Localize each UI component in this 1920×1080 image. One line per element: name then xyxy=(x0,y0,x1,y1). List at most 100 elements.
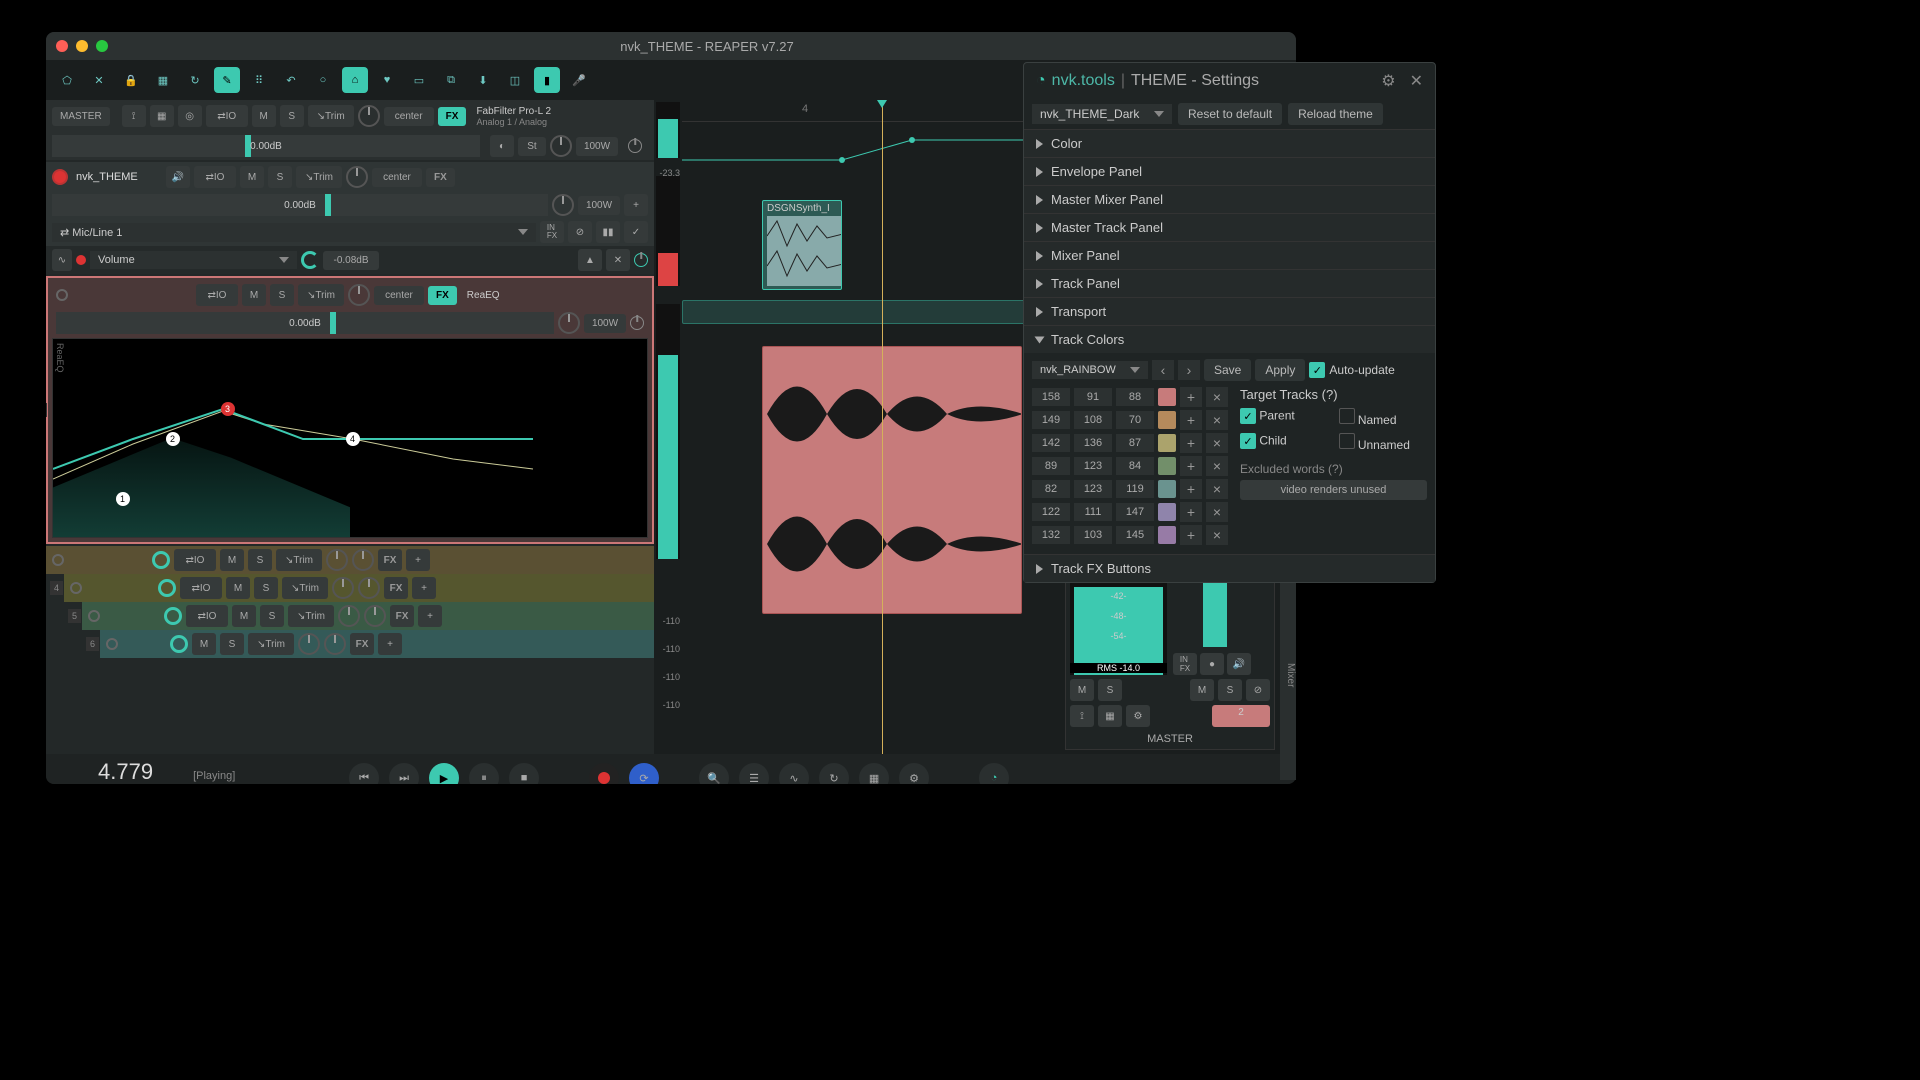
fx-button[interactable]: FX xyxy=(426,168,455,187)
grid-settings-icon[interactable]: ▦ xyxy=(859,763,889,784)
color-r[interactable]: 149 xyxy=(1032,411,1070,429)
envelope-icon[interactable]: ∿ xyxy=(779,763,809,784)
section-transport[interactable]: Transport xyxy=(1024,297,1435,325)
solo-button[interactable]: S xyxy=(260,605,284,627)
audio-clip-small[interactable] xyxy=(682,300,1062,324)
grid-icon[interactable]: ▦ xyxy=(1098,705,1122,727)
heart-icon[interactable]: ♥ xyxy=(374,67,400,93)
route-icon[interactable]: ⟟ xyxy=(122,105,146,127)
color-g[interactable]: 123 xyxy=(1074,457,1112,475)
add-color-button[interactable]: + xyxy=(1180,456,1202,476)
solo-button[interactable]: S xyxy=(270,284,294,306)
fx-button[interactable]: FX xyxy=(384,577,408,599)
color-swatch[interactable] xyxy=(1158,411,1176,429)
section-track-colors[interactable]: Track Colors xyxy=(1024,325,1435,353)
track2-strip[interactable]: 2 xyxy=(1212,705,1270,727)
section-track-panel[interactable]: Track Panel xyxy=(1024,269,1435,297)
fx-button[interactable]: FX xyxy=(438,107,467,126)
prev-preset-button[interactable]: ‹ xyxy=(1152,360,1174,380)
add-color-button[interactable]: + xyxy=(1180,433,1202,453)
section-mixer-panel[interactable]: Mixer Panel xyxy=(1024,241,1435,269)
width-knob[interactable] xyxy=(550,135,572,157)
reset-button[interactable]: Reset to default xyxy=(1178,103,1282,125)
track-volume-slider[interactable]: 0.00dB xyxy=(52,194,548,216)
envelope-bypass-icon[interactable] xyxy=(634,253,648,267)
io-button[interactable]: ⇄ IO xyxy=(180,577,222,599)
color-g[interactable]: 123 xyxy=(1074,480,1112,498)
grid-small-icon[interactable]: ▦ xyxy=(150,105,174,127)
remove-color-button[interactable]: × xyxy=(1206,387,1228,407)
target-icon[interactable]: ◎ xyxy=(178,105,202,127)
unnamed-checkbox[interactable] xyxy=(1339,433,1355,449)
add-color-button[interactable]: + xyxy=(1180,525,1202,545)
master-label[interactable]: MASTER xyxy=(52,107,110,126)
mic-icon[interactable]: 🎤 xyxy=(566,67,592,93)
fx-button[interactable]: FX xyxy=(378,549,402,571)
record-arm-button[interactable] xyxy=(52,169,68,185)
meter-icon[interactable]: ▮▮ xyxy=(596,221,620,243)
next-button[interactable]: ⏭ xyxy=(389,763,419,784)
add-color-button[interactable]: + xyxy=(1180,479,1202,499)
record-arm-button[interactable] xyxy=(106,638,118,650)
close-icon[interactable]: ✕ xyxy=(1410,71,1423,91)
add-fx-button[interactable]: + xyxy=(418,605,442,627)
no-input-icon[interactable]: ⊘ xyxy=(568,221,592,243)
undo-icon[interactable]: ↶ xyxy=(278,67,304,93)
nvk-logo-icon[interactable]: ◔ xyxy=(979,763,1009,784)
mixer-tab[interactable]: Mixer xyxy=(1280,560,1296,780)
width-knob[interactable] xyxy=(364,605,386,627)
track-volume-slider[interactable]: 0.00dB xyxy=(56,312,554,334)
volume-knob[interactable] xyxy=(170,635,188,653)
color-r[interactable]: 82 xyxy=(1032,480,1070,498)
envelope-knob[interactable] xyxy=(301,251,319,269)
trim-button[interactable]: ↘Trim xyxy=(288,605,334,627)
pan-knob[interactable] xyxy=(338,605,360,627)
eq-graph[interactable]: ReaEQ 1 2 3 4 xyxy=(52,338,648,538)
record-arm-button[interactable] xyxy=(88,610,100,622)
envelope-close-icon[interactable]: ✕ xyxy=(606,249,630,271)
stop-button[interactable]: ■ xyxy=(509,763,539,784)
route-icon[interactable]: ⟟ xyxy=(1070,705,1094,727)
trim-button[interactable]: ↘Trim xyxy=(276,549,322,571)
color-swatch[interactable] xyxy=(1158,457,1176,475)
color-swatch[interactable] xyxy=(1158,480,1176,498)
monitor-icon[interactable]: 🔊 xyxy=(1227,653,1251,675)
mute-button[interactable]: M xyxy=(240,166,264,188)
solo-button[interactable]: S xyxy=(248,549,272,571)
record-icon[interactable]: ○ xyxy=(310,67,336,93)
download-icon[interactable]: ⬇ xyxy=(470,67,496,93)
cursor-tool-icon[interactable]: ⬠ xyxy=(54,67,80,93)
gear-icon[interactable]: ⚙ xyxy=(1126,705,1150,727)
apply-button[interactable]: Apply xyxy=(1255,359,1305,381)
next-preset-button[interactable]: › xyxy=(1178,360,1200,380)
add-color-button[interactable]: + xyxy=(1180,410,1202,430)
mute-button[interactable]: M xyxy=(226,577,250,599)
mute-button[interactable]: M xyxy=(252,105,276,127)
remove-color-button[interactable]: × xyxy=(1206,456,1228,476)
mute-button[interactable]: M xyxy=(242,284,266,306)
width-knob[interactable] xyxy=(358,577,380,599)
io-button[interactable]: ⇄ IO xyxy=(196,284,238,306)
envelope-up-icon[interactable]: ▲ xyxy=(578,249,602,271)
refresh-icon[interactable]: ↻ xyxy=(182,67,208,93)
save-button[interactable]: Save xyxy=(1204,359,1251,381)
color-r[interactable]: 158 xyxy=(1032,388,1070,406)
record-arm-button[interactable] xyxy=(56,289,68,301)
record-button[interactable] xyxy=(589,763,619,784)
trim-button[interactable]: ↘Trim xyxy=(282,577,328,599)
fx-slot-1[interactable]: ReaEQ xyxy=(461,290,644,301)
add-color-button[interactable]: + xyxy=(1180,502,1202,522)
section-master-track-panel[interactable]: Master Track Panel xyxy=(1024,213,1435,241)
trim-button[interactable]: ↘Trim xyxy=(298,284,344,306)
color-swatch[interactable] xyxy=(1158,434,1176,452)
trim-button[interactable]: ↘Trim xyxy=(308,105,354,127)
color-g[interactable]: 91 xyxy=(1074,388,1112,406)
volume-knob[interactable] xyxy=(164,607,182,625)
mute-button[interactable]: M xyxy=(1190,679,1214,701)
close-icon[interactable] xyxy=(56,40,68,52)
pan-knob[interactable] xyxy=(346,166,368,188)
volume-knob[interactable] xyxy=(152,551,170,569)
prev-button[interactable]: ⏮ xyxy=(349,763,379,784)
remove-color-button[interactable]: × xyxy=(1206,479,1228,499)
remove-color-button[interactable]: × xyxy=(1206,410,1228,430)
